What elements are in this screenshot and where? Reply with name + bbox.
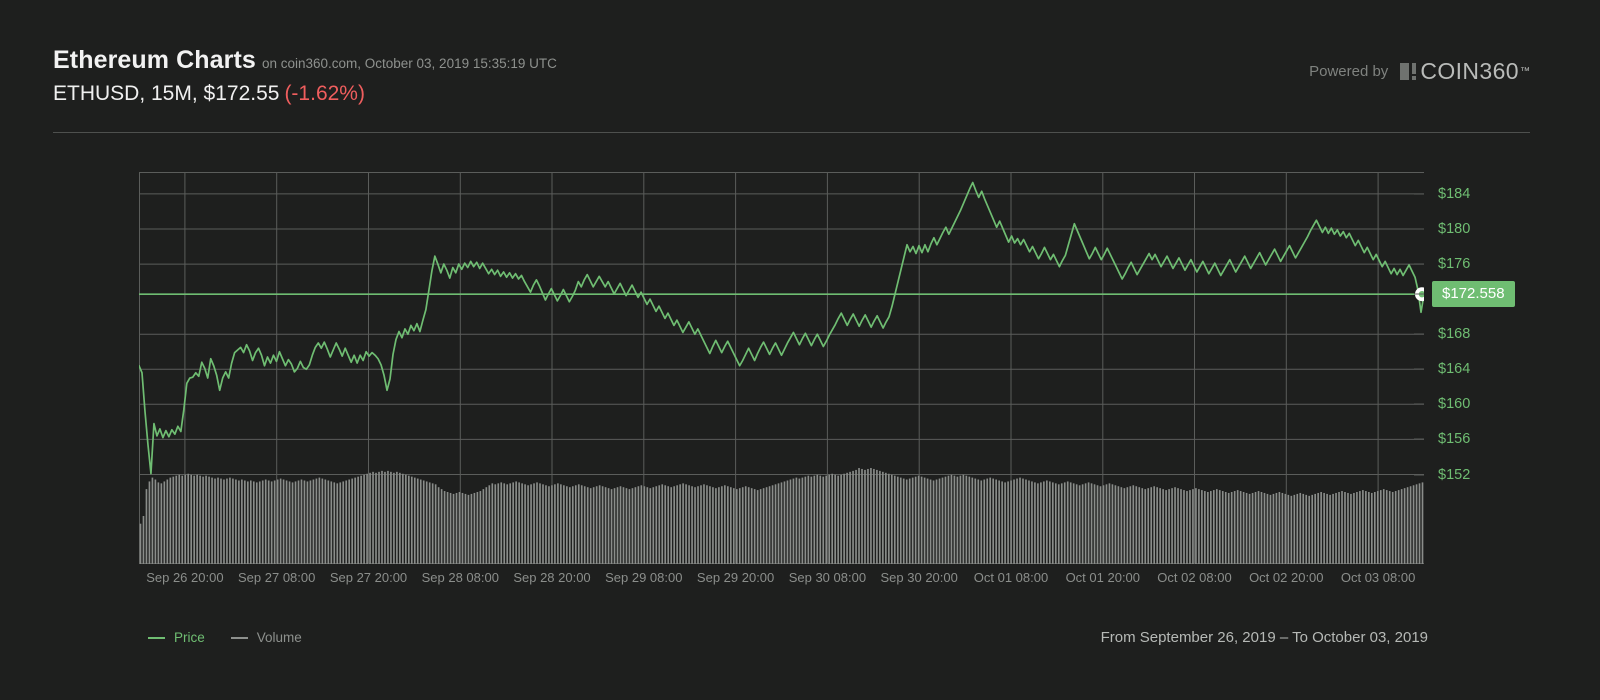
- legend-line-icon-price: [148, 636, 165, 639]
- page-header: Ethereum Charts on coin360.com, October 0…: [53, 46, 1530, 132]
- y-axis-tick-label: $184: [1438, 185, 1471, 202]
- current-price-badge: $172.558: [1432, 281, 1515, 308]
- legend-item-price[interactable]: Price: [148, 630, 205, 645]
- x-axis-tick-label: Oct 03 08:00: [1340, 570, 1416, 585]
- legend-label-volume: Volume: [256, 630, 302, 645]
- y-axis-tick-mark: [1414, 263, 1424, 265]
- price-line-series: [139, 181, 1424, 475]
- logo-exclamation-icon: [1412, 63, 1417, 80]
- y-axis-tick-mark: [1414, 193, 1424, 195]
- chart-legend: Price Volume: [148, 630, 302, 645]
- subtitle-row: ETHUSD, 15M, $172.55 (-1.62%): [53, 82, 365, 106]
- y-axis-tick-label: $168: [1438, 326, 1471, 343]
- y-axis-tick-mark: [1414, 438, 1424, 440]
- y-axis-tick-label: $160: [1438, 396, 1471, 413]
- x-axis-tick-label: Sep 29 20:00: [696, 570, 775, 585]
- pair-price-label: ETHUSD, 15M, $172.55: [53, 82, 280, 105]
- x-axis-tick-label: Oct 02 08:00: [1157, 570, 1232, 585]
- chart-plot-area: [139, 172, 1424, 564]
- page-title: Ethereum Charts: [53, 46, 256, 74]
- x-axis-tick-label: Sep 27 20:00: [329, 570, 408, 585]
- y-axis-tick-mark: [1414, 333, 1424, 335]
- trademark-symbol: ™: [1520, 66, 1530, 77]
- y-axis-tick-label: $164: [1438, 361, 1471, 378]
- y-axis-tick-label: $156: [1438, 431, 1471, 448]
- header-divider: [53, 132, 1530, 133]
- x-axis-labels: Sep 26 20:00 Sep 27 08:00 Sep 27 20:00 Sep …: [139, 570, 1424, 590]
- date-range-note: From September 26, 2019 – To October 03,…: [1100, 629, 1428, 646]
- powered-by-block: Powered by COIN360 ™: [1309, 58, 1530, 85]
- x-axis-tick-label: Sep 28 08:00: [421, 570, 499, 585]
- powered-by-label: Powered by: [1309, 63, 1389, 80]
- coin360-logo-text: COIN360: [1420, 58, 1519, 84]
- x-axis-tick-label: Oct 01 20:00: [1065, 570, 1141, 585]
- x-axis-tick-label: Sep 29 08:00: [605, 570, 683, 585]
- logo-square-icon: [1400, 63, 1410, 80]
- coin360-logo-mark-icon: [1400, 63, 1417, 80]
- y-axis-tick-mark: [1414, 403, 1424, 405]
- y-axis-tick-mark: [1414, 368, 1424, 370]
- y-axis-tick-label: $180: [1438, 221, 1471, 237]
- price-change-badge: (-1.62%): [284, 82, 365, 105]
- x-axis-tick-label: Oct 02 20:00: [1249, 570, 1324, 585]
- page-source-line: on coin360.com, October 03, 2019 15:35:1…: [261, 56, 557, 71]
- legend-item-volume[interactable]: Volume: [230, 630, 302, 645]
- chart-page: Ethereum Charts on coin360.com, October 0…: [0, 0, 1600, 700]
- x-axis-tick-label: Sep 26 20:00: [146, 570, 224, 585]
- y-axis-tick-label: $152: [1438, 466, 1471, 483]
- y-axis-tick-mark: [1414, 474, 1424, 475]
- y-axis-labels: $184 $180 $176 $172.558 $168 $164 $160 $156 $152: [1414, 172, 1600, 564]
- legend-line-icon-volume: [230, 636, 248, 639]
- y-axis-tick-mark: [1414, 228, 1424, 230]
- legend-label-price: Price: [174, 630, 205, 645]
- x-axis-tick-label: Sep 28 20:00: [513, 570, 591, 585]
- x-axis-tick-label: Sep 27 08:00: [238, 570, 316, 585]
- title-row: Ethereum Charts on coin360.com, October 0…: [53, 46, 557, 75]
- coin360-logo[interactable]: COIN360 ™: [1400, 58, 1530, 85]
- y-axis-tick-label: $176: [1438, 256, 1471, 273]
- x-axis-tick-label: Oct 01 08:00: [973, 570, 1049, 585]
- x-axis-tick-label: Sep 30 20:00: [880, 570, 958, 585]
- x-axis-tick-label: Sep 30 08:00: [788, 570, 867, 585]
- y-axis-tick-mark: [1414, 293, 1424, 295]
